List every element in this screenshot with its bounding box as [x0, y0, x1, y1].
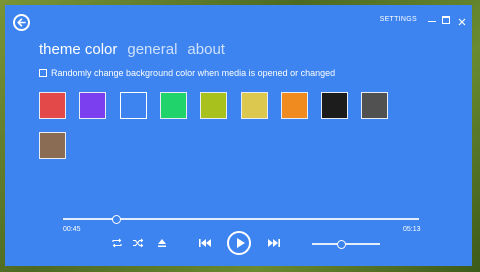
- seek-thumb[interactable]: [112, 215, 122, 224]
- swatch-green[interactable]: [159, 92, 187, 119]
- elapsed-time: 00:45: [63, 226, 81, 233]
- tab-general[interactable]: general: [127, 41, 177, 58]
- swatch-purple[interactable]: [79, 92, 107, 119]
- total-duration: 05:13: [403, 226, 421, 233]
- swatch-lime[interactable]: [200, 92, 228, 119]
- swatch-red[interactable]: [39, 92, 66, 119]
- skip-previous-icon[interactable]: [198, 238, 212, 248]
- seek-bar[interactable]: [63, 215, 419, 224]
- volume-thumb[interactable]: [336, 240, 346, 249]
- window-title: SETTINGS: [379, 15, 417, 23]
- tab-theme-color[interactable]: theme color: [39, 41, 117, 58]
- minimize-button[interactable]: [427, 14, 437, 24]
- back-button[interactable]: [13, 14, 30, 31]
- skip-next-icon[interactable]: [267, 238, 281, 248]
- swatch-blue[interactable]: [119, 92, 147, 119]
- random-color-checkbox[interactable]: [39, 69, 47, 77]
- eject-icon[interactable]: [157, 238, 167, 248]
- swatch-brown[interactable]: [39, 132, 66, 159]
- close-button[interactable]: [457, 14, 467, 26]
- tab-about[interactable]: about: [187, 41, 225, 58]
- close-icon: [458, 18, 466, 26]
- title-bar: SETTINGS: [379, 13, 472, 26]
- maximize-button[interactable]: [442, 15, 450, 24]
- repeat-icon[interactable]: [111, 238, 123, 248]
- random-color-option[interactable]: Randomly change background color when me…: [39, 68, 335, 78]
- swatch-gray[interactable]: [361, 92, 389, 119]
- swatch-black[interactable]: [321, 92, 349, 119]
- random-color-label: Randomly change background color when me…: [51, 68, 336, 78]
- shuffle-icon[interactable]: [132, 238, 144, 248]
- settings-tabs: theme color general about: [39, 41, 225, 58]
- settings-window: SETTINGS theme color general about Rando…: [5, 5, 472, 266]
- back-arrow-icon: [17, 18, 26, 27]
- swatch-orange[interactable]: [280, 92, 308, 119]
- swatch-yellow[interactable]: [240, 92, 268, 119]
- play-button[interactable]: [227, 231, 251, 255]
- volume-slider[interactable]: [312, 240, 380, 249]
